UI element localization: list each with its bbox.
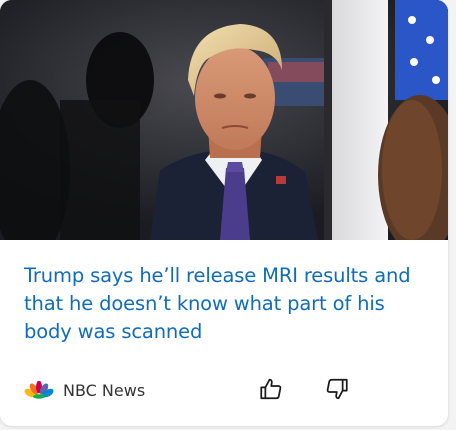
headline[interactable]: Trump says he’ll release MRI results and… bbox=[24, 262, 424, 346]
news-photo[interactable] bbox=[0, 0, 448, 240]
like-button[interactable] bbox=[254, 372, 288, 406]
news-card[interactable]: Trump says he’ll release MRI results and… bbox=[0, 0, 448, 426]
photo-illustration bbox=[0, 0, 448, 240]
nbc-peacock-icon bbox=[24, 381, 54, 399]
news-source[interactable]: NBC News bbox=[24, 375, 145, 405]
source-name: NBC News bbox=[63, 380, 146, 400]
dislike-button[interactable] bbox=[320, 372, 354, 406]
thumbs-up-icon bbox=[260, 378, 282, 400]
thumbs-down-icon bbox=[326, 378, 348, 400]
